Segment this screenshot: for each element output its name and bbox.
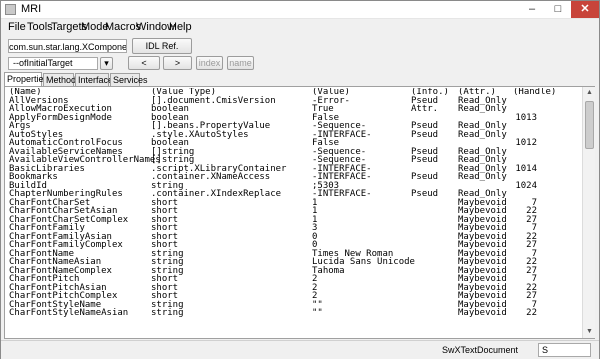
property-rows: AllVersions [].document.CmisVersion -Error… [5, 96, 581, 318]
target-field[interactable]: com.sun.star.lang.XComponent [8, 39, 127, 53]
prop-handle: 1012 [515, 138, 537, 148]
title-bar: MRI – □ ✕ [1, 1, 599, 19]
prop-attr: Read_Only [458, 172, 507, 182]
forward-button[interactable]: > [163, 56, 192, 70]
table-row[interactable]: Bookmarks .container.XNameAccess -INTERFAC… [5, 173, 581, 182]
prop-handle: 1024 [515, 180, 537, 191]
menu-bar: File Tools Targets Mode Macros Window He… [1, 19, 599, 36]
window-title: MRI [21, 3, 42, 15]
mri-window: MRI – □ ✕ File Tools Targets Mode Macros… [0, 0, 600, 359]
tab-methods[interactable]: Methods [43, 73, 81, 86]
back-button[interactable]: < [128, 56, 160, 70]
target-dropdown-button[interactable]: ▾ [100, 57, 113, 70]
app-icon [5, 4, 16, 15]
maximize-button[interactable]: □ [545, 1, 571, 18]
prop-info: Pseud [411, 129, 439, 140]
scroll-up-icon[interactable]: ▲ [583, 87, 596, 99]
prop-attr: Read_Only [458, 129, 507, 140]
prop-info: Pseud [411, 189, 439, 199]
prop-info: Pseud [411, 155, 439, 165]
tab-interfaces[interactable]: Interfaces [75, 73, 118, 86]
menu-file[interactable]: File [8, 21, 26, 33]
tab-services[interactable]: Services [110, 73, 148, 86]
prop-value: -INTERFACE- [312, 189, 372, 199]
scroll-down-icon[interactable]: ▼ [583, 326, 596, 338]
status-bar: SwXTextDocument S [1, 340, 599, 359]
close-button[interactable]: ✕ [571, 1, 599, 18]
minimize-button[interactable]: – [519, 1, 545, 18]
prop-attr: Read_Only [458, 104, 507, 114]
name-button[interactable]: name [227, 56, 254, 70]
menu-tools[interactable]: Tools [27, 21, 53, 33]
prop-handle: 1014 [515, 163, 537, 174]
prop-name: CharFontStyleNameAsian [9, 308, 129, 318]
index-button[interactable]: index [196, 56, 223, 70]
prop-attr: Maybevoid [458, 308, 507, 318]
target-name-field[interactable]: --ofInitialTarget [8, 57, 98, 70]
vertical-scrollbar[interactable]: ▲ ▼ [582, 87, 595, 338]
properties-panel: (Name) (Value Type) (Value) (Info.) (Att… [4, 86, 595, 339]
prop-handle: 22 [526, 308, 537, 318]
prop-value-type: string [151, 308, 184, 318]
header-handle: (Handle) [513, 88, 557, 97]
status-field[interactable]: S [538, 343, 591, 357]
prop-handle: 1013 [515, 112, 537, 123]
properties-text[interactable]: (Name) (Value Type) (Value) (Info.) (Att… [5, 88, 581, 338]
chevron-down-icon: ▾ [104, 58, 109, 68]
scroll-thumb[interactable] [585, 101, 594, 149]
prop-info: Pseud [411, 172, 439, 182]
prop-info: Attr. [411, 104, 439, 114]
prop-value: "" [312, 308, 323, 318]
tab-properties[interactable]: Properties [4, 72, 48, 86]
table-row[interactable]: CharFontStyleNameAsian string "" Maybevoid 2… [5, 309, 581, 318]
idl-ref-button[interactable]: IDL Ref. [132, 38, 192, 54]
menu-help[interactable]: Help [169, 21, 192, 33]
status-type: SwXTextDocument [442, 345, 519, 355]
